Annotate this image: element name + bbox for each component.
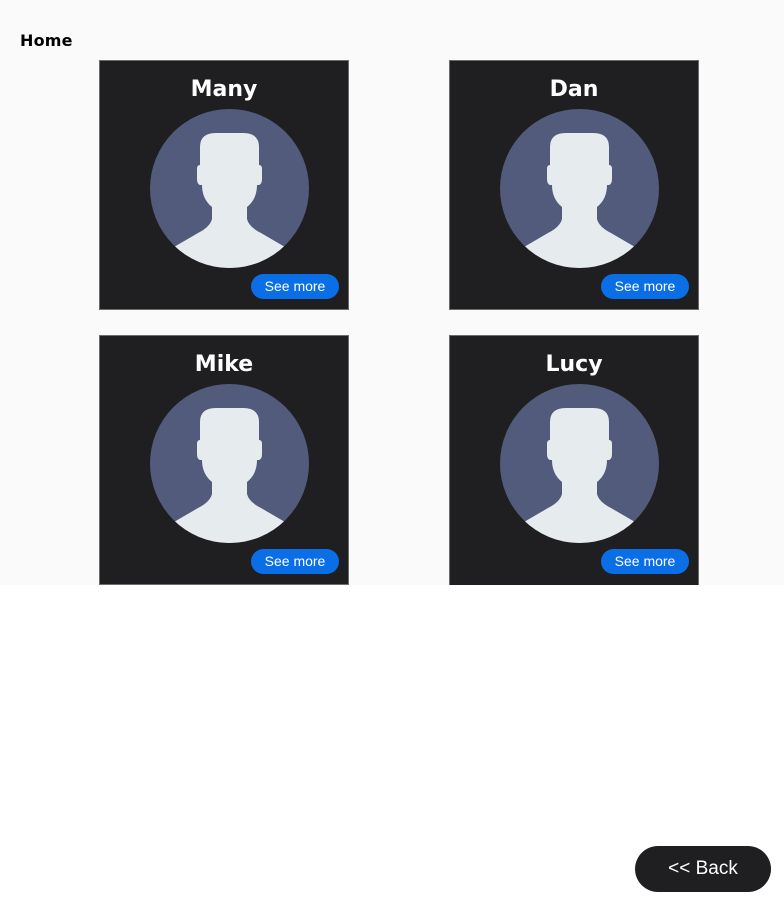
back-button[interactable]: << Back [635, 846, 771, 892]
profile-card-dan: Dan See more [449, 60, 699, 310]
profile-name: Dan [549, 77, 599, 102]
see-more-button[interactable]: See more [601, 274, 689, 299]
profile-name: Mike [194, 352, 254, 377]
user-avatar-icon [150, 384, 309, 543]
profile-name: Many [190, 77, 258, 102]
see-more-button[interactable]: See more [251, 549, 339, 574]
user-avatar-icon [150, 109, 309, 268]
user-avatar-icon [500, 384, 659, 543]
profile-name: Lucy [545, 352, 603, 377]
see-more-button[interactable]: See more [251, 274, 339, 299]
profile-card-many: Many See more [99, 60, 349, 310]
home-link[interactable]: Home [20, 31, 73, 50]
see-more-button[interactable]: See more [601, 549, 689, 574]
user-avatar-icon [500, 109, 659, 268]
profile-card-lucy: Lucy See more [449, 335, 699, 585]
profile-card-mike: Mike See more [99, 335, 349, 585]
